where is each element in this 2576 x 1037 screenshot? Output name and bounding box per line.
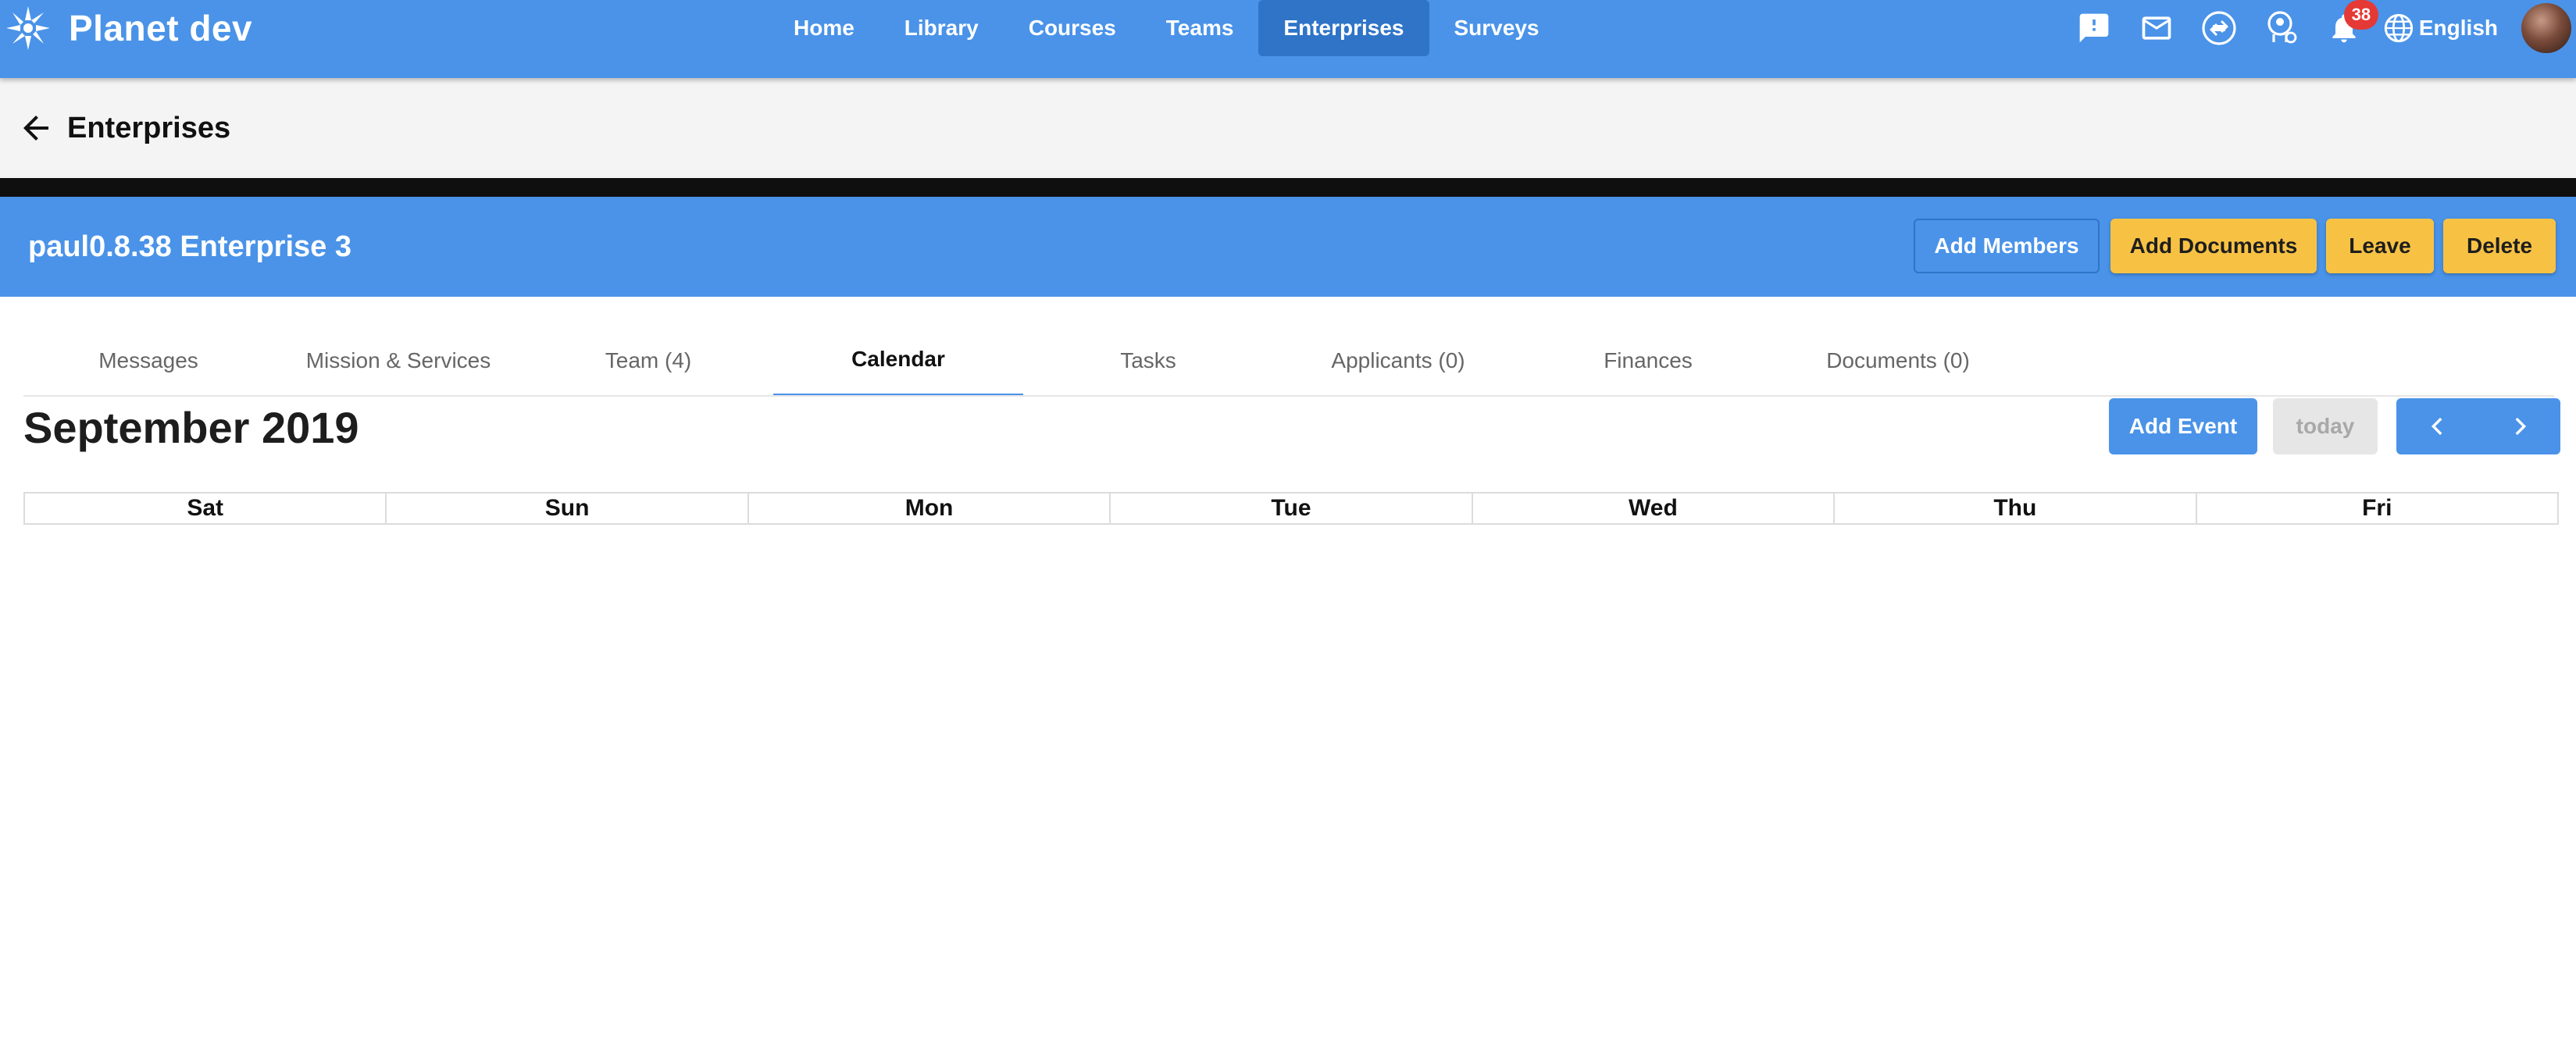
today-button[interactable]: today [2273,398,2378,454]
notification-count-badge: 38 [2343,0,2378,30]
nav-library[interactable]: Library [879,0,1004,56]
page-title: Enterprises [67,112,231,144]
enterprise-name: paul0.8.38 Enterprise 3 [28,230,351,263]
nav-home[interactable]: Home [769,0,879,56]
prev-month-button[interactable] [2396,398,2478,454]
globe-icon [2384,13,2414,43]
planet-logo-icon [0,0,56,56]
calendar-nav-group [2396,398,2560,454]
tab-team[interactable]: Team (4) [523,325,773,397]
bell-icon[interactable]: 38 [2321,0,2378,52]
weekday-wed: Wed [1473,494,1836,523]
weekday-sat: Sat [25,494,387,523]
tab-calendar[interactable]: Calendar [773,325,1023,397]
avatar[interactable] [2521,3,2571,53]
weekday-mon: Mon [749,494,1111,523]
tab-applicants[interactable]: Applicants (0) [1273,325,1523,397]
divider-strip [0,178,2576,197]
tab-tasks[interactable]: Tasks [1023,325,1273,397]
nav-surveys[interactable]: Surveys [1429,0,1565,56]
tab-messages[interactable]: Messages [23,325,273,397]
weekday-thu: Thu [1835,494,2197,523]
weekday-tue: Tue [1111,494,1473,523]
top-app-bar: Planet dev Home Library Courses Teams En… [0,0,2576,78]
feedback-icon[interactable] [2071,5,2118,52]
tab-finances[interactable]: Finances [1523,325,1773,397]
nav-enterprises[interactable]: Enterprises [1258,0,1429,56]
chevron-right-icon [2515,417,2526,436]
delete-button[interactable]: Delete [2443,219,2556,273]
language-label: English [2418,16,2498,40]
tabs-divider [23,395,2554,397]
calendar-weekday-header: Sat Sun Mon Tue Wed Thu Fri [23,492,2559,525]
app-title: Planet dev [69,8,253,48]
tab-mission-services[interactable]: Mission & Services [273,325,523,397]
calendar-month-title: September 2019 [23,403,359,452]
nav-teams[interactable]: Teams [1141,0,1259,56]
tab-documents[interactable]: Documents (0) [1773,325,2023,397]
mail-icon[interactable] [2133,5,2180,52]
weekday-fri: Fri [2362,495,2392,521]
next-month-button[interactable] [2478,398,2560,454]
add-documents-button[interactable]: Add Documents [2110,219,2317,273]
language-selector[interactable]: English [2383,12,2498,44]
main-nav: Home Library Courses Teams Enterprises S… [769,0,1564,56]
enterprise-tabs: Messages Mission & Services Team (4) Cal… [23,325,2023,397]
enterprise-header: paul0.8.38 Enterprise 3 Add Members Add … [0,197,2576,297]
nav-courses[interactable]: Courses [1004,0,1141,56]
chevron-left-icon [2431,417,2442,436]
toolbar-icons: 38 English [2063,0,2576,56]
leave-button[interactable]: Leave [2326,219,2434,273]
user-settings-icon[interactable] [2258,5,2305,52]
brand[interactable]: Planet dev [0,0,252,56]
add-event-button[interactable]: Add Event [2109,398,2257,454]
add-members-button[interactable]: Add Members [1914,219,2100,273]
weekday-sun: Sun [387,494,749,523]
page-toolbar: Enterprises [0,78,2576,178]
back-arrow-icon[interactable] [17,109,55,147]
sync-icon[interactable] [2196,5,2242,52]
